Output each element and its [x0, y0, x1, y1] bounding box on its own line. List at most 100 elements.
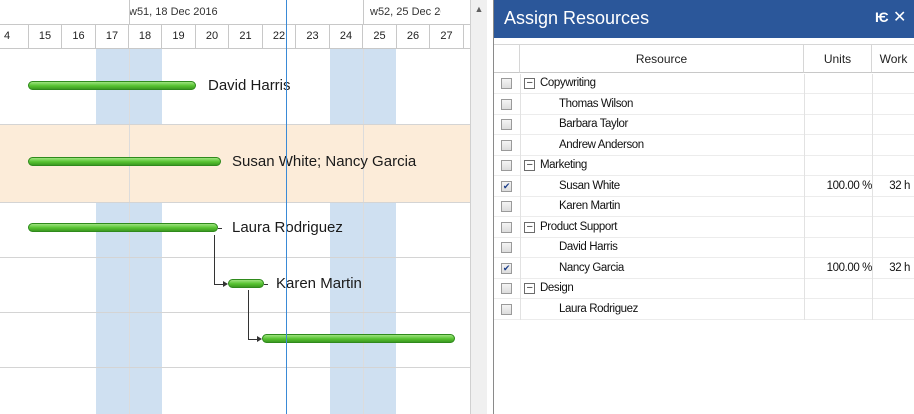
resource-name: Andrew Anderson: [559, 138, 644, 151]
day-cell: 15: [29, 24, 62, 48]
day-cell: 16: [62, 24, 96, 48]
task-bar[interactable]: [28, 81, 196, 90]
units-column-header[interactable]: Units: [804, 44, 872, 73]
assign-checkbox[interactable]: [501, 98, 512, 110]
assign-checkbox[interactable]: ✔: [501, 180, 512, 192]
resource-row[interactable]: David Harris: [494, 238, 914, 258]
task-resource-label: Susan White; Nancy Garcia: [232, 153, 417, 170]
week-label: w52, 25 Dec 2016: [370, 6, 441, 18]
dependency-line: [248, 290, 249, 339]
resource-group-name: Marketing: [540, 159, 587, 171]
row-divider: [0, 257, 470, 258]
resource-group-row[interactable]: − Product Support: [494, 218, 914, 238]
resource-name: Laura Rodriguez: [559, 302, 639, 315]
resource-name: David Harris: [559, 241, 618, 253]
resource-group-name: Copywriting: [540, 77, 596, 89]
panel-title-bar: Assign Resources Ѥ ✕: [494, 0, 914, 38]
resource-name: Susan White: [559, 179, 620, 192]
assign-checkbox[interactable]: [501, 119, 512, 130]
dependency-line: [214, 284, 223, 285]
resource-row[interactable]: Karen Martin: [494, 197, 914, 217]
task-resource-label: David Harris: [208, 77, 291, 94]
close-icon[interactable]: ✕: [893, 7, 906, 27]
day-cell: 23: [296, 24, 330, 48]
assign-checkbox[interactable]: [501, 78, 512, 89]
assign-checkbox[interactable]: [501, 303, 512, 315]
resource-group-name: Design: [540, 282, 574, 294]
resource-group-row[interactable]: − Design: [494, 279, 914, 299]
resource-column-header[interactable]: Resource: [520, 44, 804, 73]
task-bar[interactable]: [262, 334, 455, 343]
assign-checkbox[interactable]: [501, 242, 512, 253]
column-separator: [520, 74, 521, 320]
week-separator: [363, 0, 364, 24]
resource-name: Karen Martin: [559, 200, 621, 212]
day-cell: 18: [129, 24, 162, 48]
day-cell: 4: [0, 24, 29, 48]
collapse-icon[interactable]: −: [524, 160, 535, 171]
assign-checkbox[interactable]: [501, 160, 512, 171]
gantt-vertical-scrollbar[interactable]: ▲: [470, 0, 487, 414]
task-bar[interactable]: [228, 279, 264, 288]
assign-checkbox[interactable]: [501, 139, 512, 151]
resource-group-row[interactable]: − Marketing: [494, 156, 914, 176]
week-label: w51, 18 Dec 2016: [129, 6, 218, 18]
row-divider: [0, 312, 470, 313]
collapse-icon[interactable]: −: [524, 221, 535, 233]
scroll-up-arrow-icon[interactable]: ▲: [471, 0, 487, 18]
resource-work[interactable]: 32 h: [874, 180, 910, 192]
dependency-line: [214, 235, 215, 284]
work-column-header[interactable]: Work: [872, 44, 914, 73]
resource-group-name: Product Support: [540, 220, 618, 233]
day-cell: 19: [162, 24, 196, 48]
task-bar[interactable]: [28, 157, 221, 166]
column-separator: [804, 74, 805, 320]
column-separator: [872, 74, 873, 320]
day-line: [363, 48, 364, 414]
resource-row[interactable]: Laura Rodriguez: [494, 300, 914, 320]
day-cell: 27: [430, 24, 464, 48]
task-bar[interactable]: [28, 223, 218, 232]
resource-row[interactable]: Barbara Taylor: [494, 115, 914, 135]
resource-group-row[interactable]: − Copywriting: [494, 74, 914, 94]
dependency-line: [218, 228, 222, 229]
assign-checkbox[interactable]: ✔: [501, 262, 512, 274]
resource-row[interactable]: ✔ Susan White 100.00 % 32 h: [494, 177, 914, 197]
day-cell: 22: [263, 24, 296, 48]
assign-checkbox[interactable]: [501, 221, 512, 233]
resource-row[interactable]: Thomas Wilson: [494, 95, 914, 115]
collapse-icon[interactable]: −: [524, 283, 535, 294]
dependency-line: [264, 284, 268, 285]
day-cell: 26: [397, 24, 430, 48]
row-divider: [0, 124, 470, 125]
resource-row[interactable]: Andrew Anderson: [494, 136, 914, 156]
resource-work[interactable]: 32 h: [874, 262, 910, 274]
assign-checkbox[interactable]: [501, 283, 512, 294]
resource-units[interactable]: 100.00 %: [806, 262, 873, 274]
dependency-arrow: [257, 336, 262, 342]
resource-name: Barbara Taylor: [559, 118, 628, 130]
collapse-icon[interactable]: −: [524, 78, 535, 89]
assign-checkbox[interactable]: [501, 201, 512, 212]
resource-row[interactable]: ✔ Nancy Garcia 100.00 % 32 h: [494, 259, 914, 279]
resource-name: Nancy Garcia: [559, 261, 624, 274]
resource-name: Thomas Wilson: [559, 97, 634, 110]
day-cell: 24: [330, 24, 363, 48]
week-separator: [129, 0, 130, 24]
header-divider: [0, 48, 470, 49]
row-divider: [0, 367, 470, 368]
task-resource-label: Laura Rodriguez: [232, 219, 343, 236]
panel-title: Assign Resources: [504, 8, 650, 28]
day-cell: 25: [363, 24, 397, 48]
day-cell: 20: [196, 24, 229, 48]
day-cell: 21: [229, 24, 263, 48]
gantt-chart[interactable]: w51, 18 Dec 2016 w52, 25 Dec 2016 4 15 1…: [0, 0, 470, 414]
current-date-line: [286, 0, 287, 414]
dependency-arrow: [223, 281, 228, 287]
pin-icon[interactable]: Ѥ: [875, 9, 889, 25]
dependency-line: [248, 339, 257, 340]
resource-units[interactable]: 100.00 %: [806, 180, 873, 192]
day-cell: 17: [96, 24, 129, 48]
select-column-header: [494, 44, 520, 73]
row-divider: [0, 202, 470, 203]
